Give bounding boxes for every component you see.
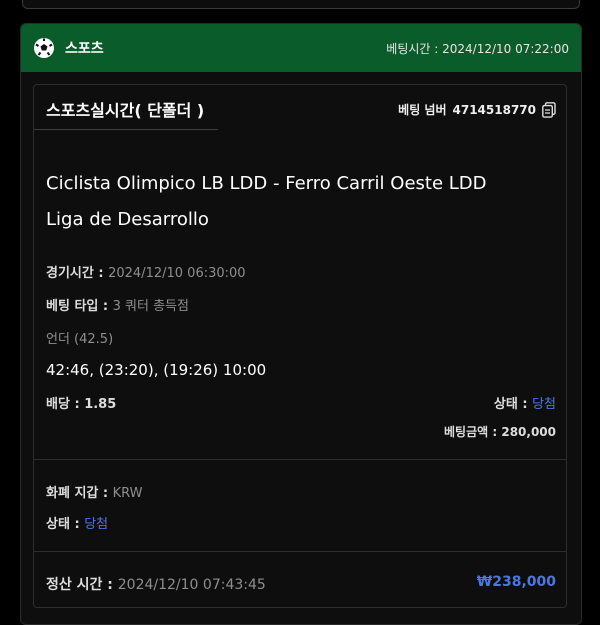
game-time-row: 경기시간 : 2024/12/10 06:30:00	[46, 266, 246, 281]
bet-amount-label: 베팅금액	[444, 425, 489, 439]
bet-type-label: 베팅 타입	[46, 299, 99, 314]
payment-status-label: 상태	[46, 517, 70, 532]
bet-card: 스포츠 베팅시간 : 2024/12/10 07:22:00 스포츠실시간( 단…	[20, 23, 582, 625]
odds-value: 1.85	[84, 397, 117, 412]
soccer-ball-icon	[34, 38, 54, 58]
sport-title: 스포츠	[65, 41, 104, 57]
bet-amount: 베팅금액 : 280,000	[444, 425, 556, 439]
bet-type-row: 베팅 타입 : 3 쿼터 총득점	[46, 299, 189, 314]
game-time-value: 2024/12/10 06:30:00	[108, 266, 246, 281]
settlement-time: 2024/12/10 07:43:45	[117, 577, 266, 593]
previous-card-edge	[22, 0, 580, 9]
settlement-row: 정산 시간 : 2024/12/10 07:43:45	[46, 577, 266, 593]
match-name: Ciclista Olimpico LB LDD - Ferro Carril …	[46, 173, 487, 194]
bet-status: 상태 : 당첨	[493, 397, 556, 412]
card-header: 스포츠 베팅시간 : 2024/12/10 07:22:00	[21, 24, 581, 72]
copy-icon[interactable]	[542, 101, 556, 118]
divider	[34, 459, 566, 460]
bet-category-title: 스포츠실시간( 단폴더 )	[46, 101, 205, 120]
bet-amount-value: 280,000	[501, 425, 556, 439]
odds-label: 배당	[46, 397, 70, 412]
bet-detail-panel: 스포츠실시간( 단폴더 ) 베팅 넘버 4714518770 Ciclista …	[33, 84, 567, 608]
payment-status-value: 당첨	[84, 517, 109, 532]
pick-value: 언더 (42.5)	[46, 332, 114, 347]
settlement-amount: ₩238,000	[476, 574, 556, 590]
bet-number-label: 베팅 넘버	[398, 103, 447, 117]
bet-time-label: 베팅시간	[386, 41, 431, 56]
title-underline	[34, 129, 218, 130]
divider	[34, 551, 566, 552]
bet-time-value: 2024/12/10 07:22:00	[442, 41, 569, 56]
bet-status-label: 상태	[493, 397, 518, 412]
settlement-label: 정산 시간	[46, 577, 103, 593]
league-name: Liga de Desarrollo	[46, 209, 209, 230]
bet-status-value: 당첨	[532, 397, 556, 412]
game-time-label: 경기시간	[46, 266, 94, 281]
currency-value: KRW	[112, 486, 143, 501]
score-line: 42:46, (23:20), (19:26) 10:00	[46, 361, 267, 379]
payment-status-row: 상태 : 당첨	[46, 517, 109, 532]
bet-subheader: 스포츠실시간( 단폴더 ) 베팅 넘버 4714518770	[34, 85, 566, 131]
bet-number-value: 4714518770	[452, 102, 537, 117]
currency-label: 화폐 지갑	[46, 486, 99, 501]
odds-row: 배당 : 1.85	[46, 397, 117, 412]
bet-type-value: 3 쿼터 총득점	[112, 299, 189, 314]
currency-row: 화폐 지갑 : KRW	[46, 486, 143, 501]
bet-number: 베팅 넘버 4714518770	[398, 101, 556, 118]
bet-time: 베팅시간 : 2024/12/10 07:22:00	[386, 41, 569, 56]
